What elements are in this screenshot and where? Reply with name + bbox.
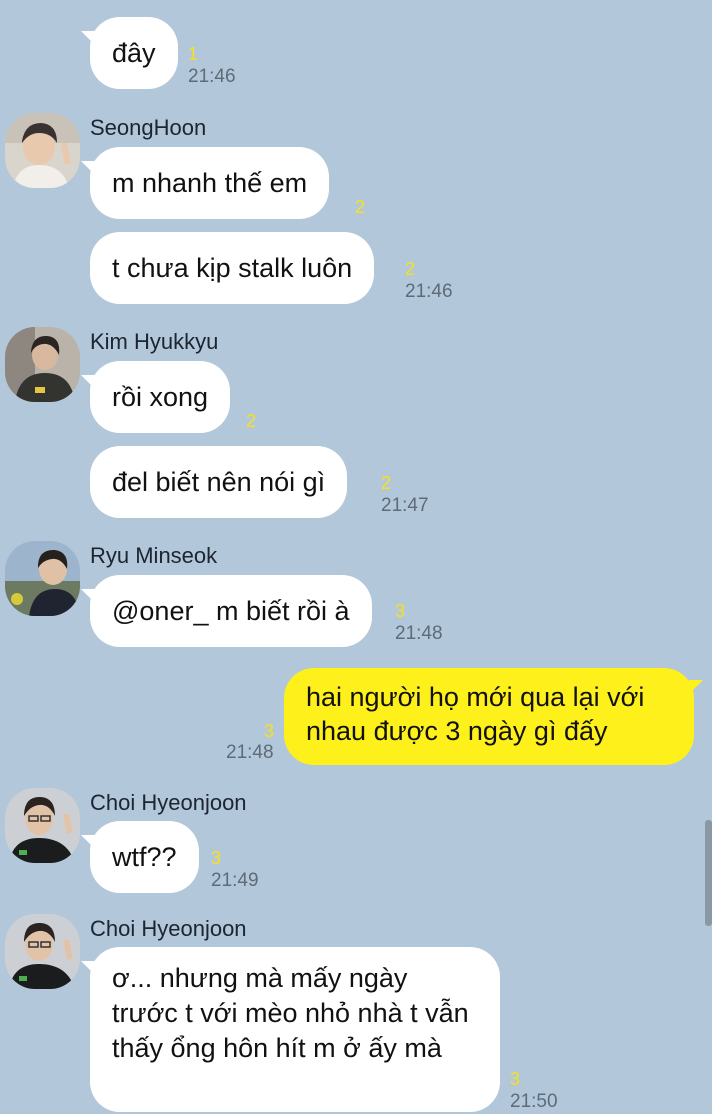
bubble-tail <box>81 961 95 975</box>
unread-count: 2 <box>405 259 416 279</box>
my-message-bubble[interactable]: hai người họ mới qua lại với nhau được 3… <box>284 668 703 765</box>
message-bubble[interactable]: rồi xong <box>81 361 231 433</box>
sender-name: Ryu Minseok <box>90 543 218 568</box>
message-text: m nhanh thế em <box>112 168 308 198</box>
message-bubble[interactable]: t chưa kịp stalk luôn <box>90 232 375 304</box>
avatar-kim-hyukkyu[interactable] <box>5 327 80 402</box>
unread-count: 3 <box>264 721 275 741</box>
avatar-ryu-minseok[interactable] <box>5 541 80 616</box>
unread-count: 2 <box>381 473 392 493</box>
avatar-choi-hyeonjoon[interactable] <box>5 914 80 989</box>
bubble-tail <box>689 680 703 694</box>
unread-count: 3 <box>211 848 222 868</box>
message-time: 21:47 <box>381 495 429 516</box>
message-bubble[interactable]: đel biết nên nói gì <box>90 446 348 518</box>
message-text: t chưa kịp stalk luôn <box>112 253 353 283</box>
unread-count: 1 <box>188 44 199 64</box>
avatar-seonghoon[interactable] <box>5 113 80 188</box>
unread-count: 3 <box>510 1069 521 1089</box>
bubble-tail <box>81 835 95 849</box>
message-time: 21:48 <box>226 742 274 763</box>
message-bubble[interactable]: ơ... nhưng mà mấy ngày trước t với mèo n… <box>81 947 500 1112</box>
message-text: đây <box>112 38 156 68</box>
bubble-tail <box>81 375 95 389</box>
sender-name: Choi Hyeonjoon <box>90 916 247 941</box>
message-text: ơ... nhưng mà mấy ngày trước t với mèo n… <box>112 963 469 1063</box>
message-bubble[interactable]: wtf?? <box>81 821 199 893</box>
sender-name: Kim Hyukkyu <box>90 329 219 354</box>
message-text: @oner_ m biết rồi à <box>112 596 350 626</box>
avatar-choi-hyeonjoon[interactable] <box>5 788 80 863</box>
unread-count: 2 <box>355 197 366 217</box>
sender-name: SeongHoon <box>90 115 207 140</box>
unread-count: 3 <box>395 601 406 621</box>
message-time: 21:48 <box>395 623 443 644</box>
message-text: đel biết nên nói gì <box>112 467 326 497</box>
bubble-tail <box>81 31 95 45</box>
message-time: 21:49 <box>211 870 259 891</box>
message-time: 21:46 <box>405 281 453 302</box>
message-time: 21:46 <box>188 66 236 87</box>
message-bubble[interactable]: @oner_ m biết rồi à <box>81 575 372 647</box>
sender-name: Choi Hyeonjoon <box>90 790 247 815</box>
message-text: wtf?? <box>112 842 177 872</box>
bubble-tail <box>81 161 95 175</box>
bubble-tail <box>81 589 95 603</box>
message-text: rồi xong <box>112 382 209 412</box>
message-bubble[interactable]: m nhanh thế em <box>81 147 330 219</box>
message-time: 21:50 <box>510 1091 558 1112</box>
message-bubble[interactable]: đây <box>81 17 178 89</box>
scrollbar[interactable] <box>705 820 712 926</box>
unread-count: 2 <box>246 411 257 431</box>
message-text: hai người họ mới qua lại với nhau được 3… <box>306 682 645 746</box>
